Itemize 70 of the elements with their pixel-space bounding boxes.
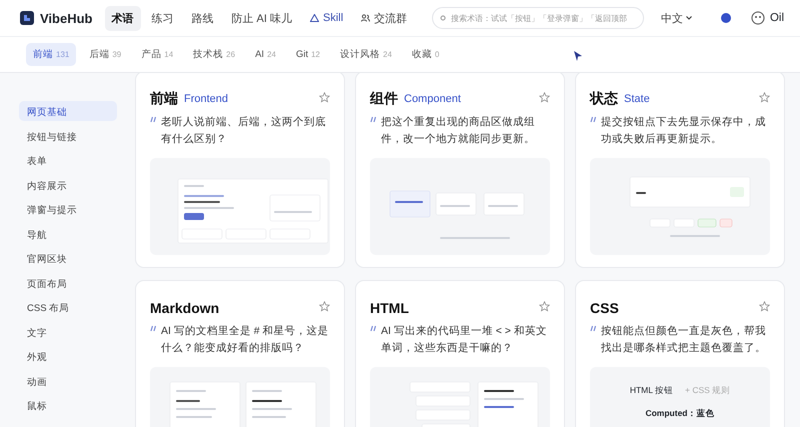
quote-icon [370,325,377,332]
sidebar-item[interactable]: 网页基础 [19,101,117,121]
card-subtitle: State [624,93,650,105]
quote-icon [150,116,157,123]
logo-text: VibeHub [40,10,92,26]
sidebar-item[interactable]: 弹窗与提示 [19,199,117,219]
category-tab[interactable]: 后端 39 [82,43,128,66]
category-tab[interactable]: AI 24 [248,44,283,65]
card-quote: 按钮能点但颜色一直是灰色，帮我找出是哪条样式把主题色覆盖了。 [601,324,767,356]
sidebar-item[interactable]: 导航 [19,224,117,244]
card-quote: 把这个重复出现的商品区做成组件，改一个地方就能同步更新。 [381,115,536,147]
quote-icon [590,325,597,332]
category-tab[interactable]: 设计风格 24 [333,43,399,66]
logo[interactable]: VibeHub [20,10,92,26]
star-icon[interactable] [759,92,770,103]
card-title: HTML [370,300,409,316]
quote-icon [370,116,377,123]
nav-tab[interactable]: 路线 [184,6,220,30]
sidebar-item[interactable]: 表单 [19,150,117,170]
cursor-icon [573,50,583,62]
sidebar-item[interactable]: 动画 [19,370,117,390]
avatar-icon[interactable] [750,11,765,25]
card-subtitle: Component [404,93,461,105]
sidebar-item[interactable]: 文字 [19,322,117,342]
sidebar-item[interactable]: 鼠标 [19,395,117,415]
sidebar-item[interactable]: 外观 [19,346,117,366]
people-icon [361,14,370,22]
caret-icon [686,16,692,20]
quote-icon [590,116,597,123]
nav-tab[interactable]: 防止 AI 味儿 [224,6,300,30]
card-subtitle: Frontend [184,93,228,105]
category-tab[interactable]: 前端 131 [26,43,76,66]
card-quote: 提交按钮点下去先显示保存中，成功或失败后再更新提示。 [601,115,767,147]
nav-tab[interactable]: Skill [303,7,350,29]
language-selector[interactable]: 中文 [654,6,699,30]
nav-tab[interactable]: 练习 [144,6,180,30]
card-quote: 老听人说前端、后端，这两个到底有什么区别？ [161,115,327,147]
category-tab[interactable]: Git 12 [288,44,328,65]
nav-tab[interactable]: 术语 [104,6,140,30]
sidebar-item[interactable]: 页面布局 [19,272,117,292]
sidebar-item[interactable]: CSS 布局 [19,297,117,317]
star-icon[interactable] [539,301,550,312]
preview-label: HTML 按钮 [630,385,673,397]
sidebar-item[interactable]: 内容展示 [19,174,117,194]
theme-dot[interactable] [720,13,731,23]
user-name: Oil [770,12,784,24]
sidebar-item[interactable]: 按钮与链接 [19,126,117,146]
card-title: 前端 [150,90,178,108]
card-title: CSS [590,300,619,316]
card-title: 组件 [370,90,398,108]
star-icon[interactable] [319,301,330,312]
star-icon[interactable] [539,92,550,103]
nav-tab[interactable]: 交流群 [354,6,414,30]
card-quote: AI 写出来的代码里一堆 < > 和英文单词，这些东西是干嘛的？ [381,324,548,356]
card-quote: AI 写的文档里全是 # 和星号，这是什么？能变成好看的排版吗？ [161,324,330,356]
search-field[interactable]: 搜索术语：试试「按钮」「登录弹窗」「返回顶部 [432,7,644,29]
star-icon[interactable] [319,92,330,103]
star-icon[interactable] [759,301,770,312]
preview-label: + CSS 规则 [685,385,730,397]
card-title: Markdown [150,300,220,316]
sidebar-item[interactable]: 官网区块 [19,248,117,268]
triangle-icon [310,14,320,22]
card-title: 状态 [590,90,618,108]
preview-label: Computed：蓝色 [645,408,714,420]
category-tab[interactable]: 产品 14 [134,43,180,66]
search-icon [440,15,446,21]
category-tab[interactable]: 技术栈 26 [186,43,242,66]
quote-icon [150,325,157,332]
logo-icon [20,11,34,25]
category-tab[interactable]: 收藏 0 [404,43,446,66]
